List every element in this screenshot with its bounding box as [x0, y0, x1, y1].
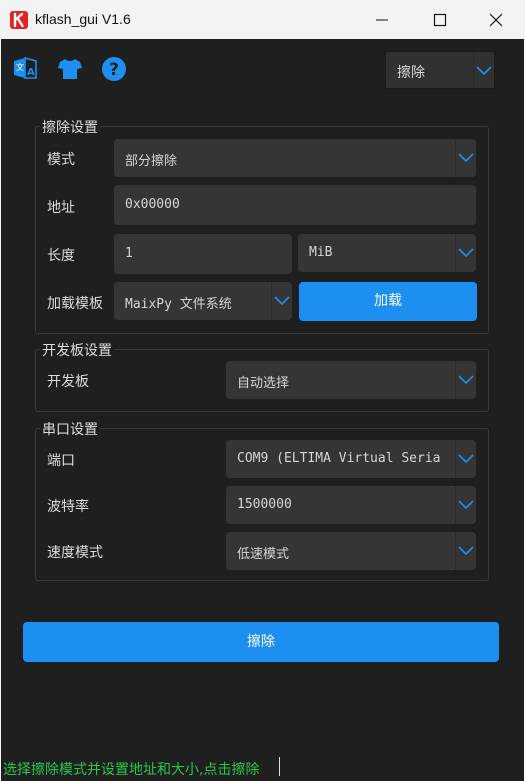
maximize-icon [433, 13, 447, 27]
main-panel: 文 A ? 擦除 擦除设置 模式 部分擦除 地址 0x00000 长度 1 Mi… [1, 39, 524, 781]
chevron-down-icon [455, 486, 476, 524]
translate-icon[interactable]: 文 A [12, 56, 38, 82]
close-icon [489, 13, 503, 27]
window-title: kflash_gui V1.6 [35, 11, 131, 27]
address-value: 0x00000 [125, 197, 180, 212]
speed-mode-label: 速度模式 [47, 545, 103, 561]
baud-value: 1500000 [237, 497, 292, 512]
status-text: 选择擦除模式并设置地址和大小,点击擦除 [3, 762, 260, 778]
erase-mode-select[interactable]: 部分擦除 [114, 139, 476, 177]
baud-select[interactable]: 1500000 [226, 486, 476, 524]
svg-text:?: ? [109, 60, 119, 80]
chevron-down-icon [455, 234, 476, 272]
operation-mode-value: 擦除 [397, 65, 425, 81]
board-label: 开发板 [47, 374, 89, 390]
address-input[interactable]: 0x00000 [114, 185, 476, 225]
speed-mode-value: 低速模式 [237, 547, 290, 562]
speed-mode-select[interactable]: 低速模式 [226, 532, 476, 570]
status-bar: 选择擦除模式并设置地址和大小,点击擦除 [1, 753, 524, 781]
erase-mode-label: 模式 [47, 152, 75, 168]
port-select[interactable]: COM9 (ELTIMA Virtual Serial [226, 440, 476, 478]
svg-text:文: 文 [16, 62, 24, 72]
erase-button[interactable]: 擦除 [23, 622, 499, 662]
operation-mode-select[interactable]: 擦除 [385, 51, 495, 89]
minimize-button[interactable] [353, 0, 411, 39]
chevron-down-icon [455, 139, 476, 177]
chevron-down-icon [473, 52, 494, 88]
board-settings-title: 开发板设置 [40, 340, 114, 360]
close-button[interactable] [467, 0, 525, 39]
template-select[interactable]: MaixPy 文件系统 [114, 282, 292, 320]
minimize-icon [376, 19, 388, 21]
length-unit-select[interactable]: MiB [298, 234, 476, 272]
length-value: 1 [125, 246, 133, 261]
chevron-down-icon [455, 361, 476, 399]
chevron-down-icon [455, 440, 476, 478]
length-label: 长度 [47, 248, 75, 264]
chevron-down-icon [455, 532, 476, 570]
title-bar[interactable]: kflash_gui V1.6 [0, 0, 525, 39]
board-select[interactable]: 自动选择 [226, 361, 476, 399]
port-label: 端口 [47, 453, 75, 469]
template-label: 加载模板 [47, 296, 103, 312]
erase-settings-title: 擦除设置 [40, 117, 100, 137]
chevron-down-icon [271, 282, 292, 320]
erase-mode-value: 部分擦除 [125, 154, 178, 169]
app-logo-icon [10, 11, 28, 29]
text-caret [279, 757, 280, 776]
baud-label: 波特率 [47, 499, 89, 515]
help-icon[interactable]: ? [101, 56, 127, 82]
board-value: 自动选择 [237, 376, 290, 391]
svg-text:A: A [27, 67, 35, 78]
maximize-button[interactable] [411, 0, 469, 39]
template-value: MaixPy 文件系统 [125, 297, 232, 312]
shirt-icon[interactable] [57, 56, 83, 82]
length-unit-value: MiB [309, 245, 333, 260]
address-label: 地址 [47, 200, 75, 216]
port-value: COM9 (ELTIMA Virtual Serial [237, 451, 440, 466]
length-input[interactable]: 1 [114, 234, 292, 274]
serial-settings-title: 串口设置 [40, 419, 100, 439]
board-settings-group: 开发板设置 开发板 自动选择 [35, 340, 489, 412]
serial-settings-group: 串口设置 端口 COM9 (ELTIMA Virtual Serial 波特率 … [35, 419, 489, 581]
erase-settings-group: 擦除设置 模式 部分擦除 地址 0x00000 长度 1 MiB 加载模板 Ma… [35, 117, 489, 334]
load-template-button[interactable]: 加载 [299, 282, 477, 321]
